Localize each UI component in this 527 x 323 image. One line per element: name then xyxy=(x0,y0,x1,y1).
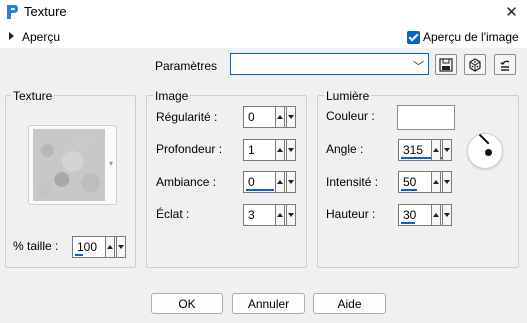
scale-stepper[interactable]: 100 xyxy=(72,236,126,258)
randomize-icon xyxy=(469,57,481,72)
intensity-value: 50 xyxy=(403,175,417,189)
depth-value: 1 xyxy=(248,143,255,157)
light-color-swatch[interactable] xyxy=(397,105,455,130)
texture-swatch xyxy=(33,129,105,201)
shine-label: Éclat : xyxy=(156,207,190,221)
increment-arrow-icon[interactable] xyxy=(275,106,285,128)
increment-arrow-icon[interactable] xyxy=(275,171,285,193)
expand-arrow-icon[interactable] xyxy=(9,32,14,40)
randomize-button[interactable] xyxy=(464,54,486,75)
depth-stepper[interactable]: 1 xyxy=(243,139,296,161)
reset-icon xyxy=(500,60,510,71)
presets-label: Paramètres xyxy=(155,59,218,73)
angle-dial[interactable] xyxy=(467,133,503,169)
save-preset-icon xyxy=(439,57,453,72)
decrement-arrow-icon[interactable] xyxy=(442,204,452,226)
save-preset-button[interactable] xyxy=(435,54,457,75)
angle-label: Angle : xyxy=(326,142,364,156)
preview-toggle-label[interactable]: Aperçu xyxy=(22,30,60,44)
image-group-title: Image xyxy=(153,89,191,103)
window-title: Texture xyxy=(24,4,67,19)
intensity-label: Intensité : xyxy=(326,175,379,189)
help-button[interactable]: Aide xyxy=(313,293,386,314)
height-value: 30 xyxy=(403,208,417,222)
intensity-stepper[interactable]: 50 xyxy=(398,171,452,193)
presets-dropdown[interactable]: ﹀ xyxy=(230,53,429,75)
chevron-down-icon: ﹀ xyxy=(413,61,424,73)
increment-arrow-icon[interactable] xyxy=(275,204,285,226)
regularity-stepper[interactable]: 0 xyxy=(243,106,296,128)
decrement-arrow-icon[interactable] xyxy=(442,139,452,161)
decrement-arrow-icon[interactable] xyxy=(442,171,452,193)
chevron-down-icon: ▾ xyxy=(108,159,113,168)
angle-stepper[interactable]: 315 xyxy=(398,139,452,161)
scale-value: 100 xyxy=(77,240,98,254)
close-button[interactable]: ✕ xyxy=(496,0,527,24)
angle-value: 315 xyxy=(403,143,424,157)
regularity-value: 0 xyxy=(248,110,255,124)
decrement-arrow-icon[interactable] xyxy=(286,139,296,161)
increment-arrow-icon[interactable] xyxy=(431,139,441,161)
height-label: Hauteur : xyxy=(326,207,376,221)
texture-picker[interactable]: ▾ xyxy=(28,125,117,205)
cancel-button[interactable]: Annuler xyxy=(232,293,305,314)
reset-button[interactable] xyxy=(494,54,516,75)
decrement-arrow-icon[interactable] xyxy=(286,106,296,128)
increment-arrow-icon[interactable] xyxy=(275,139,285,161)
increment-arrow-icon[interactable] xyxy=(431,204,441,226)
color-label: Couleur : xyxy=(326,109,375,123)
texture-group-title: Texture xyxy=(11,89,55,103)
decrement-arrow-icon[interactable] xyxy=(286,204,296,226)
ok-button[interactable]: OK xyxy=(151,293,223,314)
dial-needle xyxy=(478,133,490,145)
height-stepper[interactable]: 30 xyxy=(398,204,452,226)
paint-app-icon xyxy=(7,5,18,19)
image-preview-checkbox[interactable] xyxy=(407,31,420,44)
scale-underline xyxy=(75,254,83,256)
image-preview-label[interactable]: Aperçu de l'image xyxy=(423,30,519,44)
dial-knob xyxy=(485,149,492,156)
intensity-underline xyxy=(401,189,417,191)
shine-value: 3 xyxy=(248,208,255,222)
decrement-arrow-icon[interactable] xyxy=(286,171,296,193)
ambiance-label: Ambiance : xyxy=(156,175,217,189)
height-underline xyxy=(401,222,415,224)
increment-arrow-icon[interactable] xyxy=(431,171,441,193)
ambiance-underline xyxy=(246,189,274,191)
regularity-label: Régularité : xyxy=(156,110,218,124)
ambiance-stepper[interactable]: 0 xyxy=(243,171,296,193)
title-bar xyxy=(0,0,527,24)
light-group-title: Lumière xyxy=(324,89,372,103)
decrement-arrow-icon[interactable] xyxy=(116,236,126,258)
shine-stepper[interactable]: 3 xyxy=(243,204,296,226)
increment-arrow-icon[interactable] xyxy=(105,236,115,258)
scale-label: % taille : xyxy=(13,239,59,253)
ambiance-value: 0 xyxy=(248,175,255,189)
depth-label: Profondeur : xyxy=(156,142,223,156)
